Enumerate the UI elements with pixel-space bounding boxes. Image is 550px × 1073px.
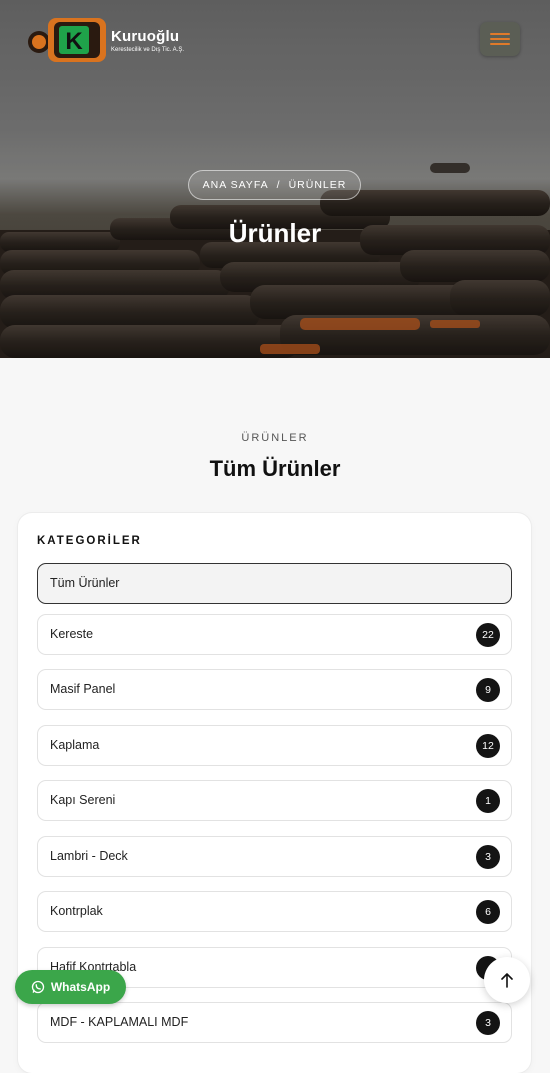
category-item-kaplama[interactable]: Kaplama 12 (37, 725, 512, 766)
breadcrumb-home-link[interactable]: ANA SAYFA (203, 179, 269, 191)
category-item-lambri-deck[interactable]: Lambri - Deck 3 (37, 836, 512, 877)
hamburger-icon-line (490, 43, 510, 45)
arrow-up-icon (501, 973, 513, 988)
category-label: Lambri - Deck (50, 849, 128, 863)
brand-name: Kuruoğlu (111, 28, 180, 45)
category-label: Masif Panel (50, 682, 116, 696)
category-label: Tüm Ürünler (50, 576, 120, 590)
category-count-badge: 6 (476, 900, 500, 924)
whatsapp-icon (31, 980, 44, 994)
category-label: Kaplama (50, 738, 100, 752)
category-item-all-products[interactable]: Tüm Ürünler (37, 563, 512, 604)
category-label: Kapı Sereni (50, 793, 116, 807)
section-eyebrow: ÜRÜNLER (241, 432, 309, 444)
category-label: Kereste (50, 627, 94, 641)
category-count-badge: 1 (476, 789, 500, 813)
hamburger-icon-line (490, 38, 510, 40)
hamburger-icon (490, 33, 510, 35)
menu-button[interactable] (480, 22, 520, 56)
logo-letter: K (65, 28, 83, 55)
category-item-kontrplak[interactable]: Kontrplak 6 (37, 891, 512, 932)
hero-banner: K Kuruoğlu Kerestecilik ve Dış Tic. A.Ş.… (0, 0, 550, 358)
breadcrumb: ANA SAYFA / ÜRÜNLER (188, 170, 361, 200)
category-label: Kontrplak (50, 904, 103, 918)
category-count-badge: 9 (476, 678, 500, 702)
category-label: MDF - KAPLAMALI MDF (50, 1015, 189, 1029)
brand-subtitle: Kerestecilik ve Dış Tic. A.Ş. (111, 47, 185, 53)
logo-emblem-icon: K (28, 18, 106, 62)
site-logo[interactable]: K Kuruoğlu Kerestecilik ve Dış Tic. A.Ş. (28, 16, 208, 66)
category-count-badge: 3 (476, 1011, 500, 1035)
scroll-to-top-button[interactable] (484, 957, 530, 1003)
breadcrumb-current: ÜRÜNLER (288, 179, 347, 191)
breadcrumb-separator: / (276, 179, 281, 191)
categories-heading: KATEGORİLER (37, 535, 142, 547)
category-item-masif-panel[interactable]: Masif Panel 9 (37, 669, 512, 710)
category-item-mdf[interactable]: MDF - KAPLAMALI MDF 3 (37, 1002, 512, 1043)
whatsapp-label: WhatsApp (50, 980, 111, 994)
category-item-kereste[interactable]: Kereste 22 (37, 614, 512, 655)
whatsapp-button[interactable]: WhatsApp (15, 970, 126, 1004)
category-count-badge: 3 (476, 845, 500, 869)
section-title: Tüm Ürünler (209, 456, 341, 481)
page-title: Ürünler (228, 218, 322, 248)
category-count-badge: 22 (476, 623, 500, 647)
category-count-badge: 12 (476, 734, 500, 758)
category-item-kapi-sereni[interactable]: Kapı Sereni 1 (37, 780, 512, 821)
